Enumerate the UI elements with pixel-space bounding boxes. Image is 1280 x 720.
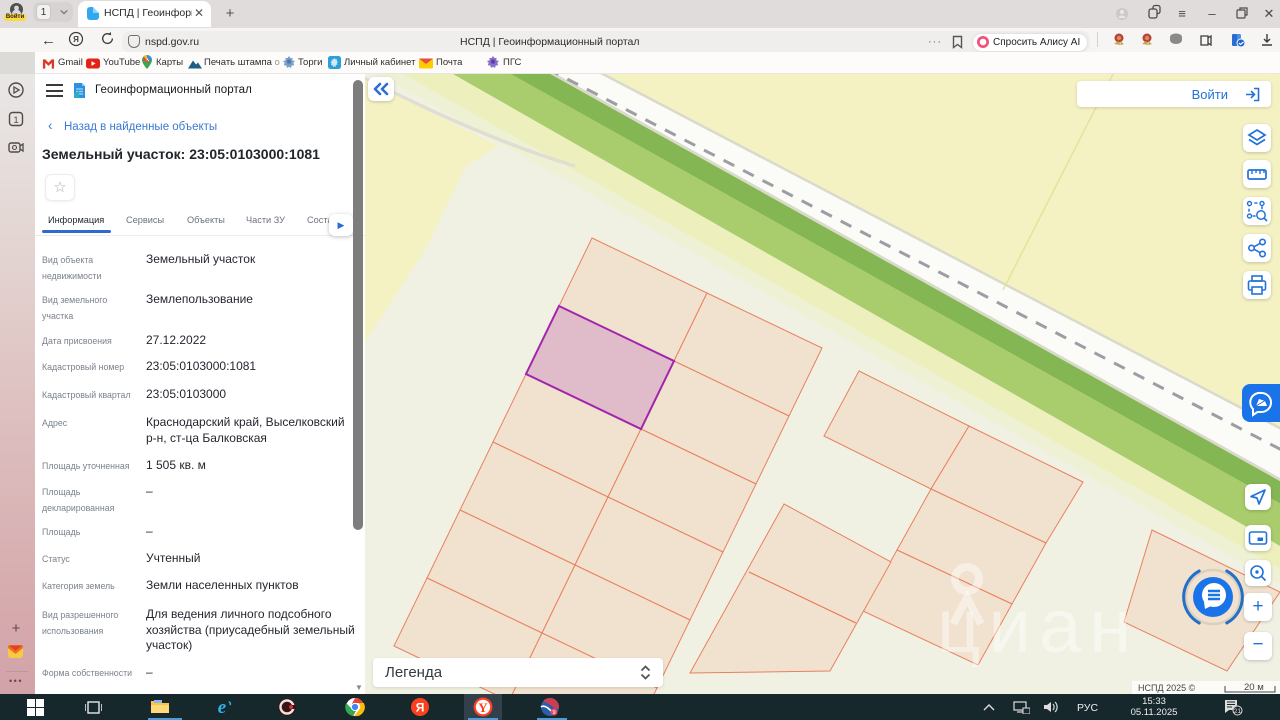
svg-text:циан: циан	[937, 584, 1139, 669]
svg-text:Я: Я	[416, 701, 425, 715]
svg-text:9: 9	[552, 710, 555, 716]
svg-text:Я: Я	[73, 35, 79, 44]
svg-text:20 м: 20 м	[1244, 682, 1264, 693]
svg-text:e: e	[218, 697, 227, 717]
svg-text:Y: Y	[478, 700, 488, 715]
svg-text:21: 21	[1234, 708, 1242, 715]
svg-text:1: 1	[13, 115, 18, 126]
